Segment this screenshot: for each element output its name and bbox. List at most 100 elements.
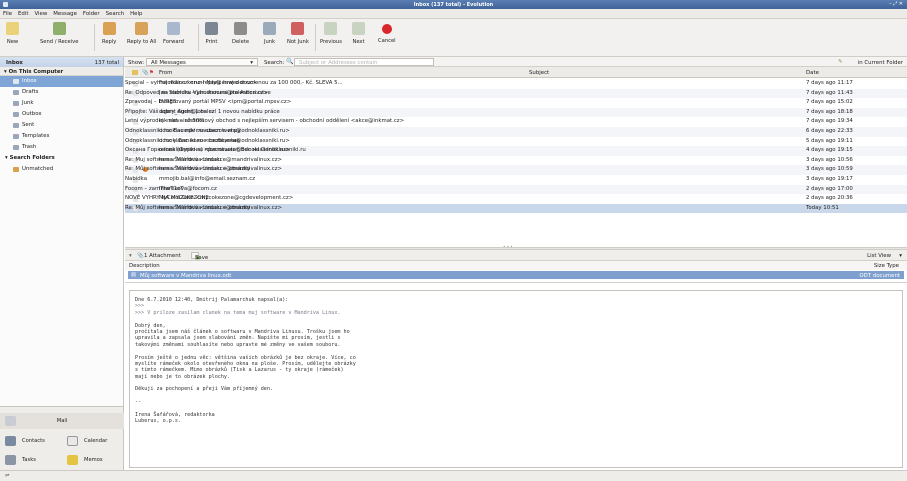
menu-search[interactable]: Search <box>103 9 128 19</box>
sidebar-item-label: Sent <box>22 122 35 128</box>
cancel-label: Cancel <box>378 38 396 44</box>
view-mode-select[interactable]: List View <box>867 253 891 259</box>
menu-view[interactable]: View <box>31 9 50 19</box>
sidebar-item-trash[interactable]: Trash <box>0 142 123 153</box>
sidebar-item-templates[interactable]: Templates <box>0 131 123 142</box>
current-folder-header: Inbox 137 total <box>0 57 124 67</box>
sidebar-header-search-folders[interactable]: ▾ Search Folders <box>0 153 123 164</box>
switcher-tasks-button[interactable]: Tasks <box>0 452 36 468</box>
junk-icon <box>263 22 276 35</box>
table-row[interactable]: MyCokeZone <mycokezone@cgdevelopment.cz>… <box>125 194 907 204</box>
search-label: Search: <box>264 59 285 66</box>
table-row[interactable]: odnoklassniki.ru <bezotveta@odnoklassnik… <box>125 146 907 156</box>
menu-help[interactable]: Help <box>127 9 145 19</box>
attachment-count: 1 Attachment <box>144 252 181 259</box>
message-date: 3 days ago 10:59 <box>806 166 853 173</box>
menu-message[interactable]: Message <box>50 9 80 19</box>
toolbar-separator <box>94 24 95 51</box>
menu-folder[interactable]: Folder <box>80 9 103 19</box>
send-receive-button[interactable]: Send / Receive <box>40 22 78 45</box>
table-row[interactable]: Irena Šafářová <redakce@mandrivalinux.cz… <box>125 203 907 214</box>
attachment-name: Můj software v Mandriva linux.odt <box>140 272 232 279</box>
sidebar-item-inbox[interactable]: Inbox <box>0 76 123 87</box>
window-controls[interactable]: – ⤢ ✕ <box>889 1 903 7</box>
table-row[interactable]: Irena Šafářová <redakce@mandrivalinux.cz… <box>125 156 907 166</box>
forward-label: Forward <box>163 39 184 45</box>
not-junk-button[interactable]: Not Junk <box>287 22 309 45</box>
cancel-button[interactable]: Cancel <box>378 22 396 44</box>
reply-all-icon <box>135 22 149 35</box>
reply-all-button[interactable]: Reply to All <box>127 22 156 45</box>
table-row[interactable]: mmojib.bal@info@email.seznam.cz Nabídka 3 … <box>125 175 907 185</box>
switcher-contacts-button[interactable]: Contacts <box>0 433 45 449</box>
next-button[interactable]: Next <box>352 22 365 45</box>
column-from[interactable]: From <box>159 70 172 76</box>
table-row[interactable]: dobry_duch@jobs.cz Připojte: Váš agent Ag… <box>125 107 907 118</box>
switcher-calendar-button[interactable]: Calendar <box>62 433 107 449</box>
chevron-down-icon[interactable]: ▾ <box>899 253 902 259</box>
column-description[interactable]: Description <box>129 263 160 269</box>
switcher-label: Contacts <box>22 438 45 444</box>
new-mail-icon <box>6 22 19 35</box>
column-date[interactable]: Date <box>806 70 819 76</box>
sidebar-item-label: Templates <box>22 133 50 139</box>
sidebar-item-label: Outbox <box>22 111 42 117</box>
message-body[interactable]: Dne 6.7.2010 12:40, Dmitrij Palamarchuk … <box>129 290 903 468</box>
junk-label: Junk <box>263 39 276 45</box>
print-label: Print <box>205 39 218 45</box>
new-button[interactable]: New <box>6 22 19 45</box>
column-size-type[interactable]: Size Type <box>874 263 899 269</box>
search-icon[interactable]: 🔍 <box>286 58 293 65</box>
search-placeholder: Subject or Addresses contain <box>299 60 378 66</box>
message-date: Today 10:51 <box>806 204 839 211</box>
status-bar: ⇌ <box>0 470 907 481</box>
table-row[interactable]: Jan Stanura <jan.stanura@talentica.cz> Re… <box>125 88 907 99</box>
search-scope-select[interactable]: in Current Folder <box>848 58 905 66</box>
delete-button[interactable]: Delete <box>232 22 249 45</box>
sidebar-item-outbox[interactable]: Outbox <box>0 109 123 120</box>
delete-icon <box>234 22 248 35</box>
table-row[interactable]: odnoklassniki.ru <bezotveta@odnoklassnik… <box>125 137 907 147</box>
show-filter-select[interactable]: All Messages ▾ <box>146 58 258 66</box>
menu-edit[interactable]: Edit <box>15 9 31 19</box>
forward-button[interactable]: Forward <box>163 22 184 45</box>
table-row[interactable]: Irena Šafářová <redakce@mandrivalinux.cz… <box>125 165 907 175</box>
print-icon <box>205 22 218 35</box>
search-input[interactable]: Subject or Addresses contain <box>294 58 434 66</box>
table-row[interactable]: odnoklassniki.ru <bezotveta@odnoklassnik… <box>125 127 907 137</box>
sidebar-item-junk[interactable]: Junk <box>0 98 123 109</box>
column-subject[interactable]: Subject <box>529 70 549 76</box>
reply-button[interactable]: Reply <box>102 22 116 45</box>
reply-icon <box>102 22 116 35</box>
table-row[interactable]: Fotolkar.cz <no-reply@eawedor.cz> Special… <box>125 79 907 89</box>
flag-column-icon[interactable]: ⚑ <box>149 70 154 76</box>
clear-search-icon[interactable]: ✎ <box>838 59 843 65</box>
online-status-icon[interactable]: ⇌ <box>5 473 10 479</box>
expand-arrow-icon[interactable]: ▾ <box>129 253 132 259</box>
message-subject: Re: Můj software v Mandriva Linuxu + obr… <box>125 166 251 173</box>
window-title: Inbox (137 total) - Evolution <box>413 1 494 8</box>
previous-button[interactable]: Previous <box>320 22 342 45</box>
switcher-memos-button[interactable]: Memos <box>62 452 103 468</box>
inbox-icon <box>13 79 19 84</box>
sidebar-item-sent[interactable]: Sent <box>0 120 123 131</box>
print-button[interactable]: Print <box>205 22 218 45</box>
attachment-item[interactable]: ▤ Můj software v Mandriva linux.odt ODT … <box>128 271 904 279</box>
sidebar-header-computer[interactable]: ▾ On This Computer <box>0 67 123 76</box>
attachment-column-icon[interactable]: 📎 <box>142 70 149 76</box>
menu-file[interactable]: File <box>0 9 15 19</box>
switcher-mail-button[interactable]: Mail <box>0 413 124 429</box>
table-row[interactable]: lmarekova@focom.cz Focom – zamTheT1eT 2 da… <box>125 184 907 195</box>
junk-button[interactable]: Junk <box>263 22 276 45</box>
message-date: 7 days ago 15:02 <box>806 99 853 106</box>
sidebar-item-drafts[interactable]: Drafts <box>0 87 123 98</box>
save-as-button[interactable]: ▣ Save As <box>191 251 208 268</box>
table-row[interactable]: Inkmat - internetový obchod s nejlepším … <box>125 117 907 127</box>
sidebar-item-unmatched[interactable]: Unmatched <box>0 164 123 175</box>
status-column-icon[interactable] <box>132 70 138 75</box>
sidebar-item-label: Trash <box>22 144 37 150</box>
message-date: 2 days ago 20:36 <box>806 195 853 202</box>
delete-label: Delete <box>232 39 250 45</box>
table-row[interactable]: Integrovaný portál MPSV <ipm@portal.mpsv… <box>125 98 907 108</box>
message-date: 5 days ago 19:11 <box>806 137 853 144</box>
